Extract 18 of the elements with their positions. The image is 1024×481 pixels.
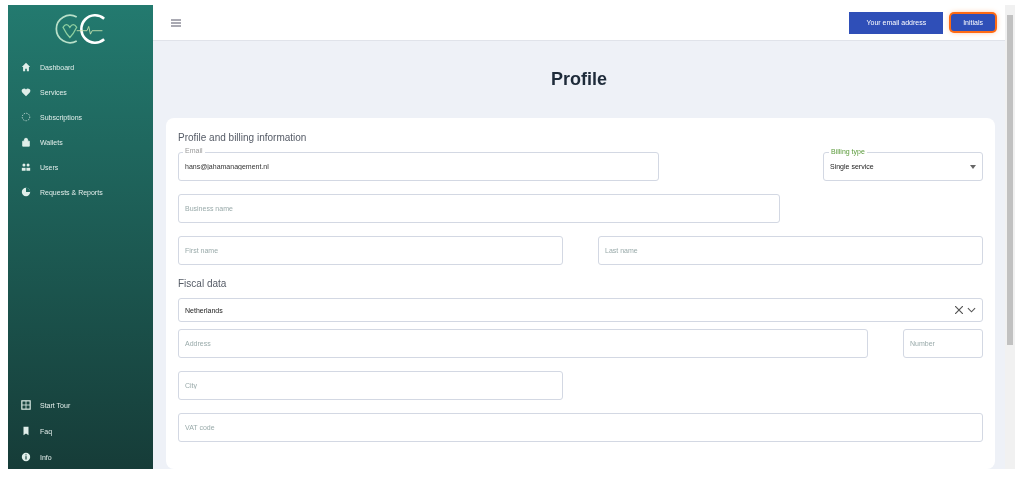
dotted-circle-icon bbox=[21, 112, 31, 122]
section-title: Profile and billing information bbox=[178, 132, 308, 143]
caret-icon bbox=[970, 164, 976, 169]
bookmark-icon bbox=[21, 426, 31, 436]
home-icon bbox=[21, 62, 31, 72]
chevron-down-icon[interactable] bbox=[967, 307, 976, 313]
scrollbar-thumb[interactable] bbox=[1007, 15, 1013, 345]
page-title: Profile bbox=[550, 69, 608, 90]
users-icon bbox=[21, 162, 31, 172]
bag-icon bbox=[21, 137, 31, 147]
section-title: Fiscal data bbox=[178, 278, 228, 289]
heart-icon bbox=[21, 87, 31, 97]
scrollbar[interactable] bbox=[1005, 5, 1015, 469]
close-icon[interactable] bbox=[955, 306, 963, 314]
grid-icon bbox=[21, 400, 31, 410]
info-icon bbox=[21, 452, 31, 462]
menu-icon[interactable] bbox=[171, 18, 181, 27]
pie-chart-icon bbox=[21, 187, 31, 197]
